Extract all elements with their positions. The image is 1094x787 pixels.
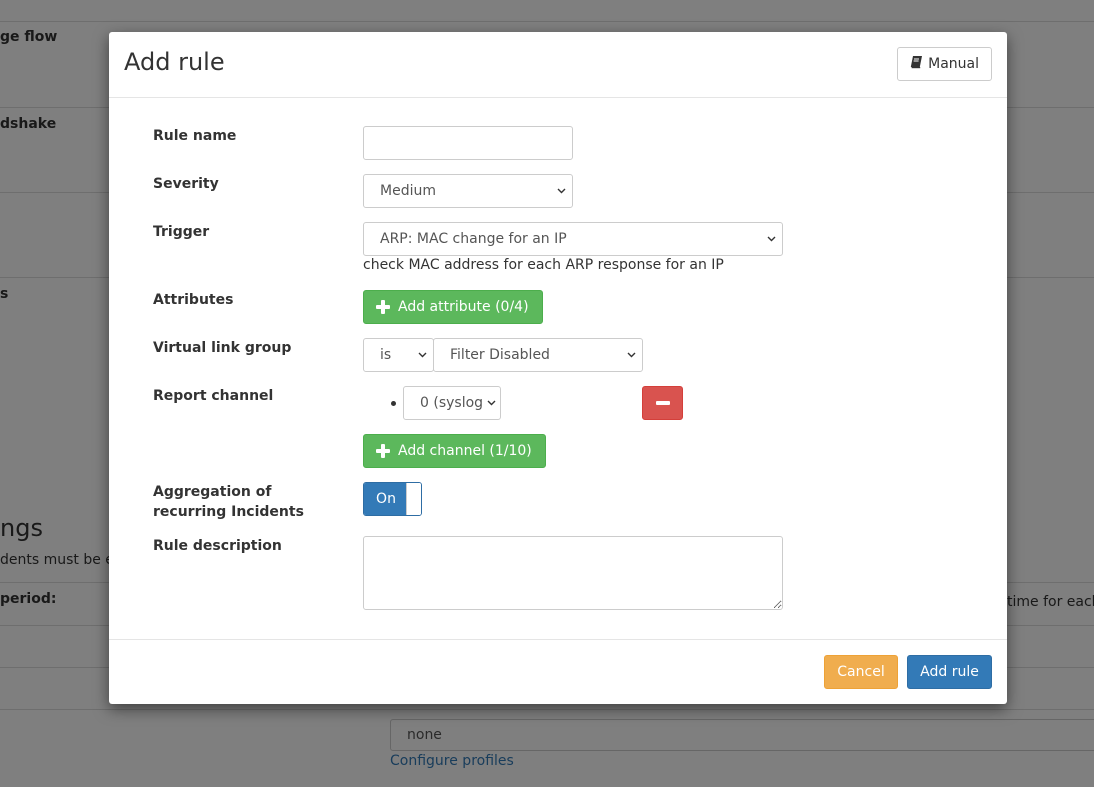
modal-footer-divider <box>109 639 1007 640</box>
attributes-label: Attributes <box>153 292 234 308</box>
chevron-down-icon <box>487 400 496 406</box>
remove-channel-button[interactable] <box>642 386 683 420</box>
list-bullet <box>391 401 396 406</box>
plus-icon <box>376 300 390 314</box>
chevron-down-icon <box>627 352 636 358</box>
rule-name-input[interactable] <box>363 126 573 160</box>
aggregation-toggle[interactable]: On <box>363 482 422 516</box>
book-icon <box>910 55 923 73</box>
virtual-link-group-label: Virtual link group <box>153 340 292 356</box>
report-channel-select[interactable]: 0 (syslog <box>403 386 501 420</box>
virtual-link-operator-select[interactable]: is <box>363 338 434 372</box>
modal-header: Add rule Manual <box>109 32 1007 98</box>
rule-name-label: Rule name <box>153 128 237 144</box>
add-channel-label: Add channel (1/10) <box>398 443 532 459</box>
aggregation-label-line2: recurring Incidents <box>153 504 304 520</box>
operator-value: is <box>380 347 392 363</box>
severity-select[interactable]: Medium <box>363 174 573 208</box>
chevron-down-icon <box>557 188 566 194</box>
toggle-on-label: On <box>364 483 408 515</box>
aggregation-label-line1: Aggregation of <box>153 484 272 500</box>
add-rule-button[interactable]: Add rule <box>907 655 992 689</box>
trigger-value: ARP: MAC change for an IP <box>380 231 567 247</box>
toggle-handle <box>406 483 421 515</box>
manual-label: Manual <box>928 56 979 72</box>
report-channel-value: 0 (syslog <box>420 395 484 411</box>
minus-icon <box>656 401 670 405</box>
cancel-button[interactable]: Cancel <box>824 655 898 689</box>
add-attribute-label: Add attribute (0/4) <box>398 299 529 315</box>
severity-label: Severity <box>153 176 219 192</box>
trigger-label: Trigger <box>153 224 210 240</box>
add-channel-button[interactable]: Add channel (1/10) <box>363 434 546 468</box>
report-channel-label: Report channel <box>153 388 274 404</box>
chevron-down-icon <box>767 236 776 242</box>
filter-value: Filter Disabled <box>450 347 550 363</box>
add-attribute-button[interactable]: Add attribute (0/4) <box>363 290 543 324</box>
plus-icon <box>376 444 390 458</box>
add-rule-dialog: Add rule Manual Rule name Severity Mediu… <box>109 32 1007 704</box>
rule-description-label: Rule description <box>153 538 282 554</box>
modal-title: Add rule <box>124 48 225 76</box>
trigger-select[interactable]: ARP: MAC change for an IP <box>363 222 783 256</box>
rule-description-textarea[interactable] <box>363 536 783 610</box>
trigger-help-text: check MAC address for each ARP response … <box>363 257 724 273</box>
virtual-link-filter-select[interactable]: Filter Disabled <box>433 338 643 372</box>
chevron-down-icon <box>418 352 427 358</box>
manual-button[interactable]: Manual <box>897 47 992 81</box>
severity-value: Medium <box>380 183 436 199</box>
